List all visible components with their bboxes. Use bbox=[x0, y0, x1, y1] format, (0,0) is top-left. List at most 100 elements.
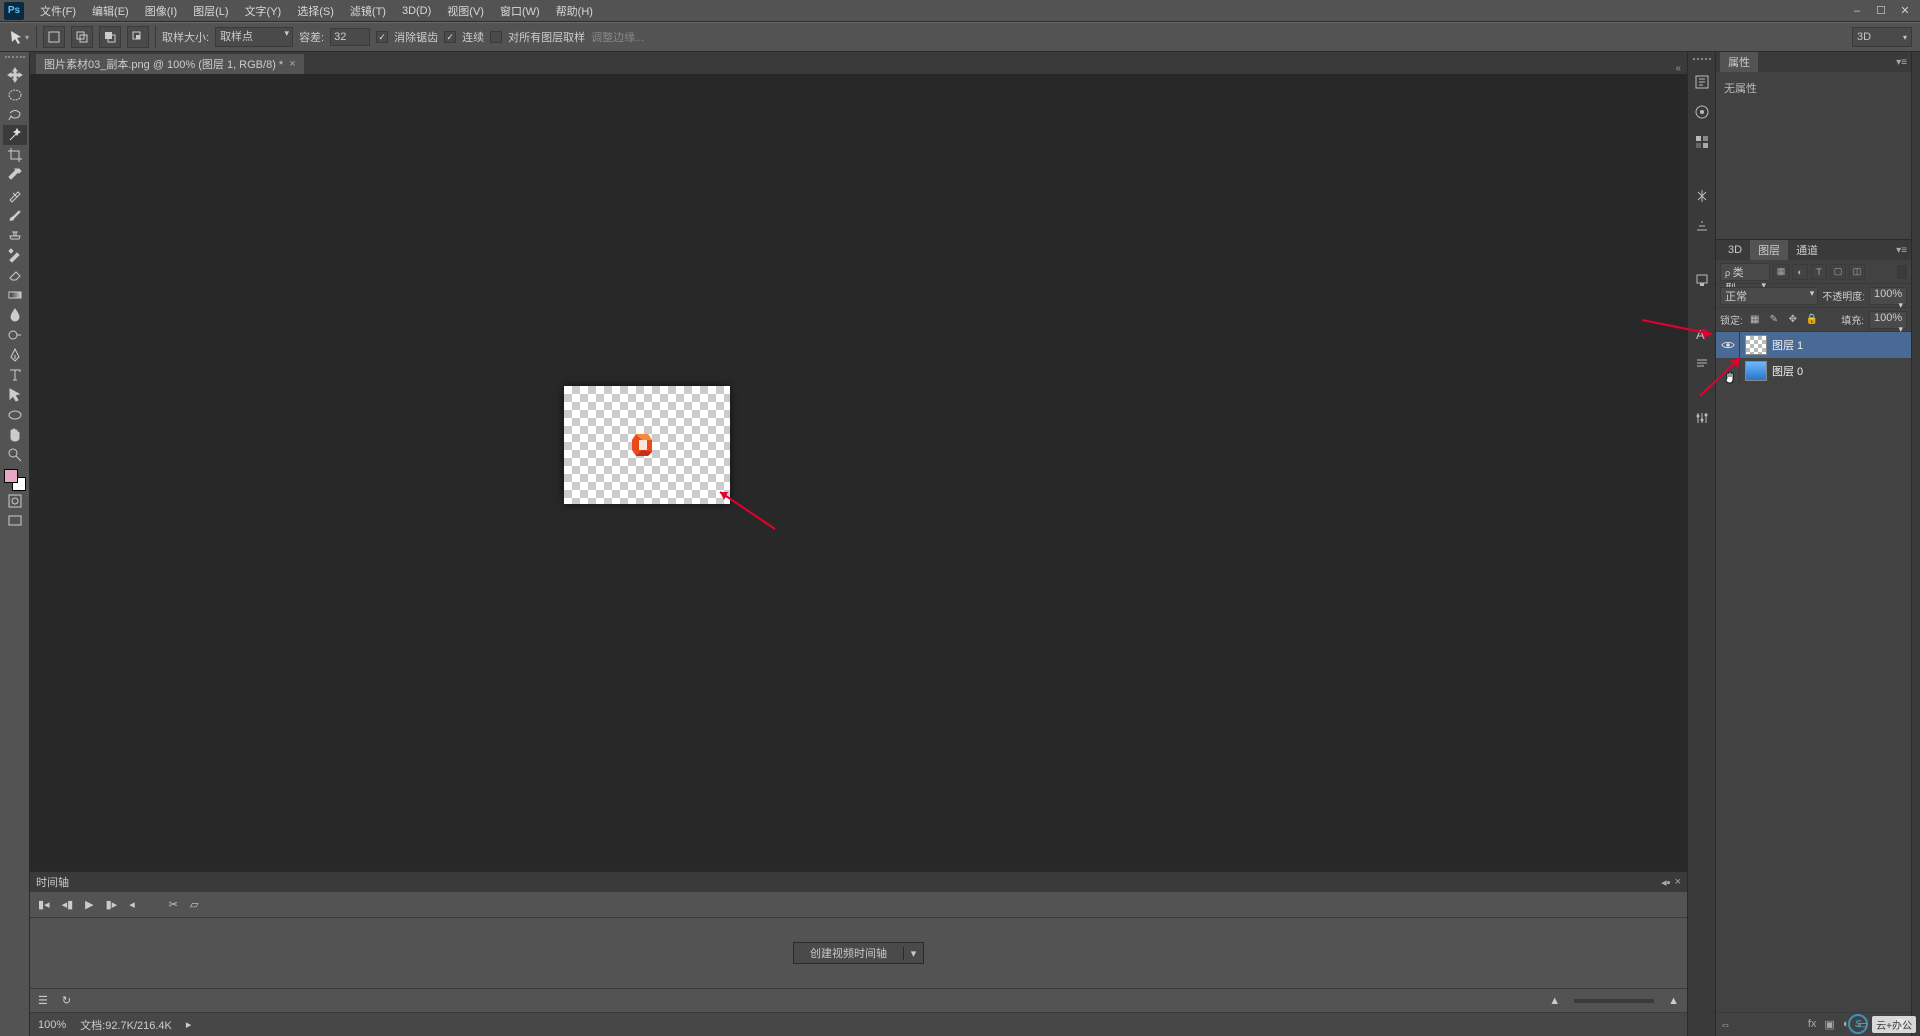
properties-tab[interactable]: 属性 bbox=[1720, 52, 1758, 72]
lock-all-icon[interactable]: 🔒 bbox=[1805, 313, 1819, 327]
contiguous-checkbox[interactable]: ✓ bbox=[444, 31, 456, 43]
shape-tool[interactable] bbox=[3, 405, 27, 425]
foreground-color-swatch[interactable] bbox=[4, 469, 18, 483]
hand-tool[interactable] bbox=[3, 425, 27, 445]
status-arrow-icon[interactable]: ▸ bbox=[186, 1018, 192, 1031]
opacity-input[interactable]: 100% bbox=[1869, 287, 1907, 305]
layer-filter-shape-icon[interactable]: ▢ bbox=[1830, 264, 1846, 280]
menu-layer[interactable]: 图层(L) bbox=[185, 1, 236, 21]
lock-position-icon[interactable]: ✥ bbox=[1786, 313, 1800, 327]
layer-filter-type-icon[interactable]: T bbox=[1811, 264, 1827, 280]
eyedropper-tool[interactable] bbox=[3, 165, 27, 185]
swatches-panel-icon[interactable] bbox=[1692, 132, 1712, 152]
timeline-prev-frame-button[interactable]: ◂▮ bbox=[62, 898, 74, 911]
timeline-collapse-icon[interactable]: ◂▪ bbox=[1661, 876, 1670, 889]
timeline-first-frame-button[interactable]: ▮◂ bbox=[38, 898, 50, 911]
layer-filter-smart-icon[interactable]: ◫ bbox=[1849, 264, 1865, 280]
selection-new-button[interactable] bbox=[43, 26, 65, 48]
antialias-checkbox[interactable]: ✓ bbox=[376, 31, 388, 43]
paint-panel-icon[interactable] bbox=[1692, 270, 1712, 290]
menu-view[interactable]: 视图(V) bbox=[439, 1, 492, 21]
selection-subtract-button[interactable] bbox=[99, 26, 121, 48]
timeline-loop-icon[interactable]: ↻ bbox=[62, 994, 71, 1007]
timeline-close-icon[interactable]: × bbox=[1675, 876, 1681, 889]
menu-select[interactable]: 选择(S) bbox=[289, 1, 342, 21]
layer-fx-icon[interactable]: fx bbox=[1808, 1018, 1817, 1031]
timeline-tab[interactable]: 时间轴 bbox=[36, 874, 69, 890]
sample-size-select[interactable]: 取样点 bbox=[215, 27, 293, 47]
tab-collapse-icon[interactable]: « bbox=[1669, 63, 1687, 74]
clone-stamp-tool[interactable] bbox=[3, 225, 27, 245]
menu-file[interactable]: 文件(F) bbox=[32, 1, 84, 21]
timeline-split-button[interactable]: ✂ bbox=[169, 898, 178, 911]
layer-thumbnail[interactable] bbox=[1745, 361, 1767, 381]
close-tab-icon[interactable]: × bbox=[289, 58, 295, 70]
gradient-tool[interactable] bbox=[3, 285, 27, 305]
move-tool[interactable] bbox=[3, 65, 27, 85]
adjustments-panel-icon[interactable] bbox=[1692, 408, 1712, 428]
eraser-tool[interactable] bbox=[3, 265, 27, 285]
color-swatches[interactable] bbox=[4, 469, 26, 491]
menu-3d[interactable]: 3D(D) bbox=[394, 3, 439, 19]
layer-filter-kind-select[interactable]: ρ 类型 bbox=[1720, 263, 1770, 281]
timeline-prev-keyframe-button[interactable]: ◂ bbox=[129, 898, 135, 911]
current-tool-icon[interactable]: ▾ bbox=[8, 26, 30, 48]
timeline-transition-button[interactable]: ▱ bbox=[190, 898, 198, 911]
workspace-mode-select[interactable]: 3D▾ bbox=[1852, 27, 1912, 47]
selection-intersect-button[interactable] bbox=[127, 26, 149, 48]
timeline-play-button[interactable]: ▶ bbox=[85, 898, 93, 911]
magic-wand-tool[interactable] bbox=[3, 125, 27, 145]
blend-mode-select[interactable]: 正常 bbox=[1720, 287, 1818, 305]
layer-filter-pixel-icon[interactable]: ▦ bbox=[1773, 264, 1789, 280]
menu-edit[interactable]: 编辑(E) bbox=[84, 1, 137, 21]
layer-name[interactable]: 图层 0 bbox=[1772, 363, 1803, 379]
layers-menu-icon[interactable]: ▾≡ bbox=[1892, 245, 1911, 256]
create-timeline-button[interactable]: 创建视频时间轴 ▾ bbox=[793, 942, 924, 964]
status-zoom[interactable]: 100% bbox=[38, 1019, 66, 1031]
layers-tab[interactable]: 图层 bbox=[1750, 240, 1788, 260]
zoom-tool[interactable] bbox=[3, 445, 27, 465]
timeline-zoom-slider[interactable] bbox=[1574, 999, 1654, 1003]
properties-menu-icon[interactable]: ▾≡ bbox=[1892, 57, 1911, 68]
channels-tab[interactable]: 通道 bbox=[1788, 240, 1826, 260]
dock-grip[interactable] bbox=[1693, 58, 1711, 62]
layer-mask-icon[interactable]: ▣ bbox=[1824, 1018, 1834, 1031]
type-tool[interactable] bbox=[3, 365, 27, 385]
canvas-viewport[interactable] bbox=[30, 74, 1687, 871]
marquee-tool[interactable] bbox=[3, 85, 27, 105]
selection-add-button[interactable] bbox=[71, 26, 93, 48]
window-minimize-button[interactable]: – bbox=[1846, 3, 1868, 19]
layer-visibility-toggle[interactable] bbox=[1716, 332, 1740, 358]
window-maximize-button[interactable]: ☐ bbox=[1870, 3, 1892, 19]
crop-tool[interactable] bbox=[3, 145, 27, 165]
tolerance-input[interactable] bbox=[330, 28, 370, 46]
healing-brush-tool[interactable] bbox=[3, 185, 27, 205]
layer-name[interactable]: 图层 1 bbox=[1772, 337, 1803, 353]
screen-mode-button[interactable] bbox=[3, 511, 27, 531]
menu-window[interactable]: 窗口(W) bbox=[492, 1, 548, 21]
layer-filter-adjust-icon[interactable]: ◐ bbox=[1792, 264, 1808, 280]
lasso-tool[interactable] bbox=[3, 105, 27, 125]
create-timeline-dropdown[interactable]: ▾ bbox=[903, 947, 923, 960]
3d-tab[interactable]: 3D bbox=[1720, 242, 1750, 258]
menu-image[interactable]: 图像(I) bbox=[137, 1, 185, 21]
history-panel-icon[interactable] bbox=[1692, 72, 1712, 92]
pen-tool[interactable] bbox=[3, 345, 27, 365]
fill-input[interactable]: 100% bbox=[1869, 311, 1907, 329]
window-close-button[interactable]: ✕ bbox=[1894, 3, 1916, 19]
paragraph-panel-icon[interactable] bbox=[1692, 354, 1712, 374]
brush-tool[interactable] bbox=[3, 205, 27, 225]
all-layers-checkbox[interactable] bbox=[490, 31, 502, 43]
brush-presets-panel-icon[interactable] bbox=[1692, 216, 1712, 236]
timeline-zoom-in-icon[interactable]: ▲ bbox=[1668, 995, 1679, 1007]
layer-row[interactable]: 图层 0 bbox=[1716, 358, 1911, 384]
layer-filter-toggle[interactable] bbox=[1897, 265, 1907, 279]
layer-link-icon[interactable]: ⇔ bbox=[1720, 1019, 1731, 1031]
timeline-options-icon[interactable]: ☰ bbox=[38, 994, 48, 1007]
menu-help[interactable]: 帮助(H) bbox=[548, 1, 601, 21]
document-tab[interactable]: 图片素材03_副本.png @ 100% (图层 1, RGB/8) * × bbox=[36, 54, 304, 74]
color-panel-icon[interactable] bbox=[1692, 102, 1712, 122]
quick-mask-button[interactable] bbox=[3, 491, 27, 511]
canvas-artboard[interactable] bbox=[564, 386, 730, 504]
menu-type[interactable]: 文字(Y) bbox=[237, 1, 290, 21]
